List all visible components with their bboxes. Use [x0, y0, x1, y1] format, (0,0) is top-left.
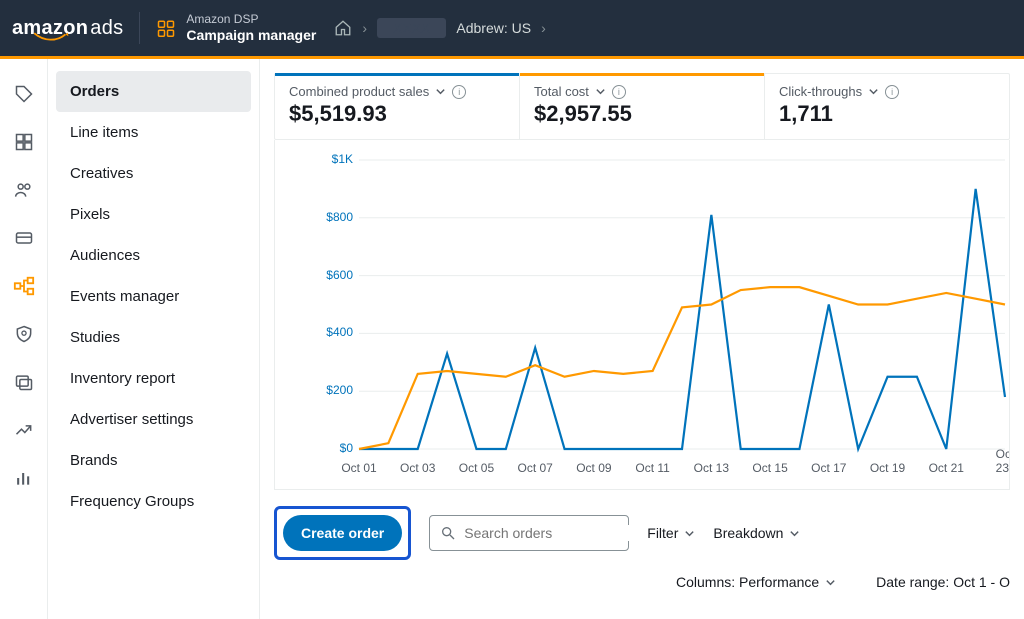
flow-icon[interactable] [13, 275, 35, 297]
sidebar-item-studies[interactable]: Studies [56, 317, 251, 358]
metric-card[interactable]: Combined product sales i $5,519.93 [275, 74, 519, 139]
y-axis-tick-label: $0 [340, 441, 353, 455]
breakdown-dropdown[interactable]: Breakdown [713, 525, 800, 541]
y-axis-tick-label: $1K [332, 152, 353, 166]
metric-value: $5,519.93 [289, 101, 505, 127]
trend-icon[interactable] [13, 419, 35, 441]
breadcrumb-advertiser[interactable]: Adbrew: US [456, 20, 531, 36]
content-area: Combined product sales i $5,519.93 Total… [260, 59, 1024, 619]
search-input[interactable] [464, 525, 645, 541]
sidebar-item-events-manager[interactable]: Events manager [56, 276, 251, 317]
brand-logo[interactable]: amazonads [12, 17, 123, 40]
metric-card[interactable]: Click-throughs i 1,711 [764, 74, 1009, 139]
chevron-down-icon[interactable] [435, 86, 446, 97]
x-axis-tick-label: Oct 01 [341, 461, 376, 475]
sidebar-item-creatives[interactable]: Creatives [56, 153, 251, 194]
metric-value: 1,711 [779, 101, 995, 127]
gallery-icon[interactable] [13, 371, 35, 393]
app-picker[interactable]: Amazon DSP Campaign manager [156, 12, 316, 43]
dashboard-icon[interactable] [13, 131, 35, 153]
metric-label: Total cost [534, 84, 589, 99]
sidebar-item-pixels[interactable]: Pixels [56, 194, 251, 235]
metric-label: Combined product sales [289, 84, 429, 99]
x-axis-tick-label: Oct 11 [635, 461, 669, 475]
grid-icon [156, 19, 176, 37]
create-order-button[interactable]: Create order [283, 515, 402, 551]
chevron-right-icon: › [362, 20, 367, 36]
chevron-down-icon[interactable] [868, 86, 879, 97]
x-axis-tick-label: Oct 03 [400, 461, 435, 475]
y-axis-tick-label: $800 [326, 210, 353, 224]
sidebar-item-frequency-groups[interactable]: Frequency Groups [56, 481, 251, 522]
metric-card[interactable]: Total cost i $2,957.55 [519, 74, 764, 139]
chevron-down-icon[interactable] [595, 86, 606, 97]
metric-value: $2,957.55 [534, 101, 750, 127]
entity-redacted[interactable]: XXXX [377, 18, 446, 38]
search-icon [440, 525, 456, 541]
x-axis-tick-label: Oct 07 [517, 461, 552, 475]
sidebar-item-inventory-report[interactable]: Inventory report [56, 358, 251, 399]
chevron-right-icon: › [541, 20, 546, 36]
divider [139, 12, 140, 44]
card-icon[interactable] [13, 227, 35, 249]
chevron-down-icon [789, 528, 800, 539]
x-axis-tick-label: Oct 21 [929, 461, 964, 475]
y-axis-tick-label: $600 [326, 268, 353, 282]
shield-icon[interactable] [13, 323, 35, 345]
search-orders[interactable] [429, 515, 629, 551]
sidebar-item-audiences[interactable]: Audiences [56, 235, 251, 276]
sidebar: Orders Line items Creatives Pixels Audie… [48, 59, 260, 619]
info-icon[interactable]: i [452, 85, 466, 99]
metric-label: Click-throughs [779, 84, 862, 99]
info-icon[interactable]: i [612, 85, 626, 99]
metric-row: Combined product sales i $5,519.93 Total… [274, 73, 1010, 140]
barchart-icon[interactable] [13, 467, 35, 489]
x-axis-tick-label: Oct 09 [576, 461, 611, 475]
people-icon[interactable] [13, 179, 35, 201]
y-axis-tick-label: $400 [326, 325, 353, 339]
info-icon[interactable]: i [885, 85, 899, 99]
x-axis-tick-label: Oct 19 [870, 461, 905, 475]
brand-text-right: ads [90, 17, 123, 40]
orders-toolbar: Create order Filter Breakdown [274, 506, 1010, 568]
top-nav: amazonads Amazon DSP Campaign manager › … [0, 0, 1024, 56]
chevron-down-icon [684, 528, 695, 539]
icon-rail [0, 59, 48, 619]
tag-icon[interactable] [13, 83, 35, 105]
app-subtitle: Campaign manager [186, 27, 316, 44]
home-icon[interactable] [334, 19, 352, 37]
sidebar-item-orders[interactable]: Orders [56, 71, 251, 112]
columns-dropdown[interactable]: Columns: Performance [676, 574, 836, 590]
filter-dropdown[interactable]: Filter [647, 525, 695, 541]
app-title: Amazon DSP [186, 12, 316, 26]
line-chart: $0 $200 $400 $600 $800 $1K Oct 01 Oct 03 Oct 05 O… [274, 140, 1010, 490]
sidebar-item-line-items[interactable]: Line items [56, 112, 251, 153]
x-axis-tick-label: Oct 05 [459, 461, 494, 475]
create-order-highlight: Create order [274, 506, 411, 560]
x-axis-tick-label: Oct 15 [752, 461, 787, 475]
x-axis-tick-label: Oct 13 [694, 461, 729, 475]
sidebar-item-advertiser-settings[interactable]: Advertiser settings [56, 399, 251, 440]
breadcrumb: › XXXX Adbrew: US › [334, 18, 545, 38]
chevron-down-icon [825, 577, 836, 588]
x-axis-tick-label: Oct 17 [811, 461, 846, 475]
date-range-picker[interactable]: Date range: Oct 1 - O [876, 574, 1010, 590]
x-axis-tick-label: Oct 23 [996, 447, 1010, 475]
y-axis-tick-label: $200 [326, 383, 353, 397]
sidebar-item-brands[interactable]: Brands [56, 440, 251, 481]
